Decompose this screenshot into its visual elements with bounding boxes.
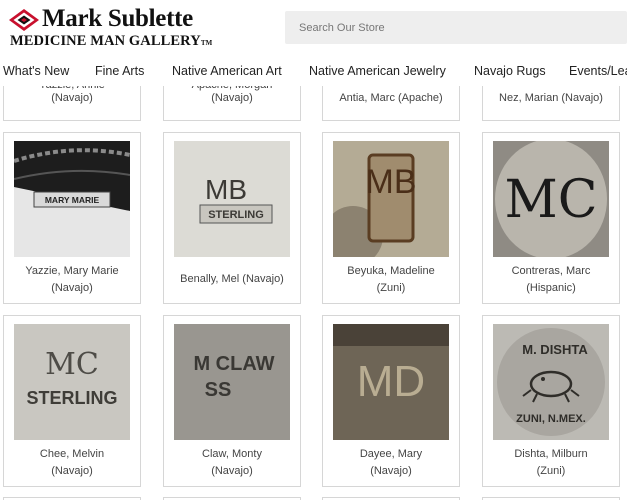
hallmark-image[interactable]: M. DISHTA ZUNI, N.MEX.	[493, 324, 609, 440]
main-nav: What's New Fine Arts Native American Art…	[0, 58, 627, 86]
artist-tribe: (Zuni)	[536, 465, 566, 477]
diamond-logo-icon	[9, 9, 39, 31]
artist-name[interactable]: Claw, Monty	[164, 446, 300, 463]
logo-subtitle: MEDICINE MAN GALLERYTM	[10, 33, 213, 49]
artist-card[interactable]: MC STERLING Chee, Melvin (Navajo)	[3, 315, 141, 487]
hallmark-image[interactable]: MARY MARIE	[14, 141, 130, 257]
artist-tribe: (Hispanic)	[526, 282, 576, 294]
hallmark-text: MC	[504, 170, 597, 230]
artist-card[interactable]: MD Dayee, Mary (Navajo)	[322, 315, 460, 487]
artist-card[interactable]: MARY MARIE Yazzie, Mary Marie (Navajo)	[3, 132, 141, 304]
artist-tribe: (Navajo)	[370, 465, 412, 477]
site-logo[interactable]: Mark Sublette MEDICINE MAN GALLERYTM	[8, 5, 218, 52]
hallmark-subtext: SS	[205, 379, 232, 401]
artist-card[interactable]: Antia, Marc (Apache)	[322, 86, 460, 121]
search-box[interactable]	[285, 11, 627, 44]
hallmark-image[interactable]: MD	[333, 324, 449, 440]
hallmark-text: MC	[45, 347, 99, 382]
logo-title: Mark Sublette	[42, 5, 193, 32]
artist-name[interactable]: Benally, Mel (Navajo)	[164, 271, 300, 288]
nav-navajo-rugs[interactable]: Navajo Rugs	[474, 64, 546, 78]
nav-fine-arts[interactable]: Fine Arts	[95, 64, 144, 78]
artist-tribe: (Navajo)	[211, 92, 253, 104]
hallmark-subtext: STERLING	[26, 388, 117, 408]
hallmark-text: M. DISHTA	[522, 342, 588, 357]
artist-card[interactable]: Nez, Marian (Navajo)	[482, 86, 620, 121]
artist-card[interactable]: Yazzie, Annie (Navajo)	[3, 86, 141, 121]
trademark-mark: TM	[200, 39, 213, 47]
nav-native-american-art[interactable]: Native American Art	[172, 64, 282, 78]
artist-tribe: (Navajo)	[211, 465, 253, 477]
nav-native-american-jewelry[interactable]: Native American Jewelry	[309, 64, 446, 78]
artist-card[interactable]: M CLAW SS Claw, Monty (Navajo)	[163, 315, 301, 487]
artist-tribe: (Zuni)	[376, 282, 406, 294]
hallmark-image[interactable]: MB STERLING	[174, 141, 290, 257]
artist-name[interactable]: Beyuka, Madeline	[323, 263, 459, 280]
site-header: Mark Sublette MEDICINE MAN GALLERYTM	[0, 0, 627, 58]
hallmark-image[interactable]: MC	[493, 141, 609, 257]
artist-card[interactable]: MB Beyuka, Madeline (Zuni)	[322, 132, 460, 304]
artist-name[interactable]: Dishta, Milburn	[483, 446, 619, 463]
artist-card[interactable]: Apache, Morgan (Navajo)	[163, 86, 301, 121]
hallmark-text: M CLAW	[193, 353, 274, 375]
hallmark-text: MB	[205, 174, 247, 205]
artist-grid: Yazzie, Annie (Navajo) Apache, Morgan (N…	[0, 86, 627, 500]
artist-name[interactable]: Yazzie, Mary Marie	[4, 263, 140, 280]
artist-card[interactable]: MC Contreras, Marc (Hispanic)	[482, 132, 620, 304]
artist-name[interactable]: Chee, Melvin	[4, 446, 140, 463]
search-input[interactable]	[285, 11, 627, 44]
artist-name[interactable]: Contreras, Marc	[483, 263, 619, 280]
hallmark-image[interactable]: MB	[333, 141, 449, 257]
artist-tribe: (Navajo)	[51, 465, 93, 477]
hallmark-text: MB	[366, 163, 417, 201]
artist-card[interactable]: M. DISHTA ZUNI, N.MEX. Dishta, Milburn (…	[482, 315, 620, 487]
artist-card[interactable]: MB STERLING Benally, Mel (Navajo)	[163, 132, 301, 304]
artist-name[interactable]: Nez, Marian (Navajo)	[483, 90, 619, 107]
nav-events[interactable]: Events/Lea	[569, 64, 627, 78]
hallmark-subtext: ZUNI, N.MEX.	[516, 413, 586, 425]
hallmark-image[interactable]: M CLAW SS	[174, 324, 290, 440]
artist-name[interactable]: Antia, Marc (Apache)	[323, 90, 459, 107]
hallmark-text: MD	[357, 357, 425, 406]
hallmark-text: MARY MARIE	[45, 195, 100, 205]
hallmark-image[interactable]: MC STERLING	[14, 324, 130, 440]
nav-whats-new[interactable]: What's New	[3, 64, 69, 78]
artist-tribe: (Navajo)	[51, 92, 93, 104]
artist-tribe: (Navajo)	[51, 282, 93, 294]
artist-name[interactable]: Dayee, Mary	[323, 446, 459, 463]
hallmark-subtext: STERLING	[208, 209, 264, 221]
